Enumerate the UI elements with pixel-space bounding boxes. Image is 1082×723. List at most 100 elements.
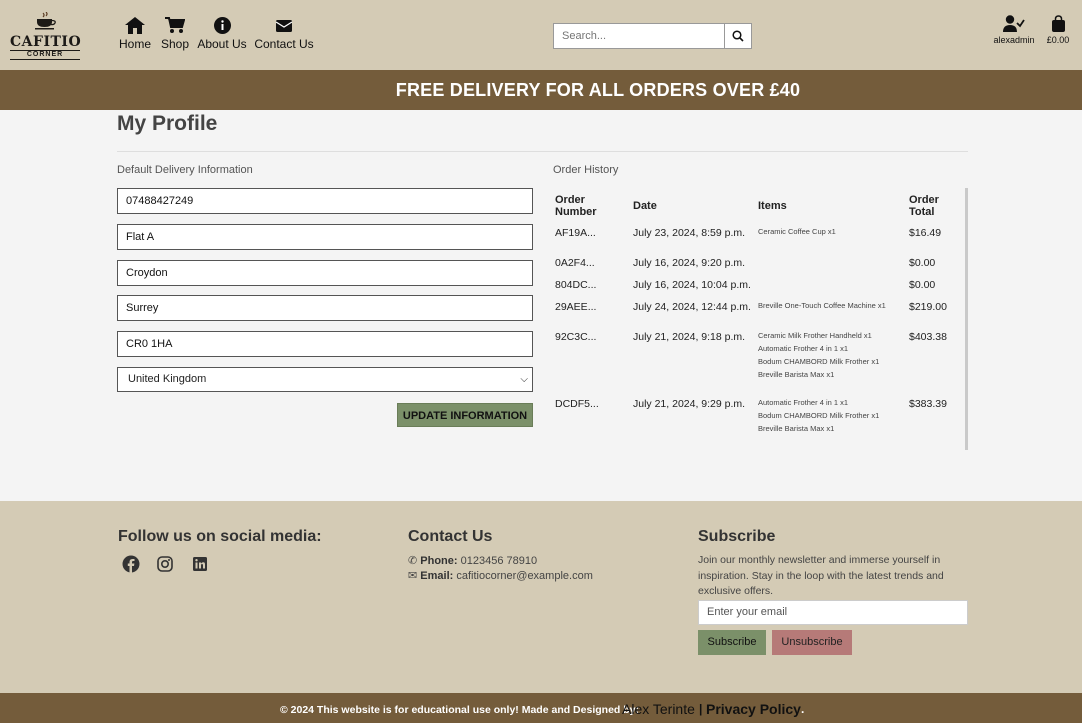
order-total: $383.39 [909,398,947,410]
nav-shop[interactable]: Shop [158,17,192,51]
divider [117,151,968,152]
address-line1-field[interactable]: Flat A [117,224,533,250]
author-link[interactable]: Alex Terinte [622,701,695,717]
postcode-field[interactable]: CR0 1HA [117,331,533,357]
county-field[interactable]: Surrey [117,295,533,321]
order-number[interactable]: 92C3C... [553,328,631,395]
column-header: Date [633,200,657,212]
order-total: $10.99 [907,451,967,453]
order-items: Automatic Frother 4 in 1 x1 Bodum CHAMBOR… [756,395,907,451]
order-item: Breville Barista Max x1 [758,370,835,379]
order-item: Bodum CHAMBORD Milk Frother x1 [758,357,880,366]
table-row: DCDF5... July 21, 2024, 9:29 p.m. Automati… [553,395,967,451]
order-item: Automatic Frother 4 in 1 x1 [758,398,849,407]
contact-heading: Contact Us [408,528,493,545]
order-number[interactable]: AF19A... [553,224,631,254]
phone-field[interactable]: 07488427249 [117,188,533,214]
newsletter-email-input[interactable]: Enter your email [698,600,968,625]
column-header: Order Total [909,194,939,218]
account-menu[interactable]: alexadmin [990,15,1038,45]
account-label: alexadmin [993,35,1035,45]
table-row: 29AEE... July 24, 2024, 12:44 p.m. Brevill… [553,298,967,328]
instagram-icon[interactable] [156,555,176,575]
order-history-table: Order Number Date Items Order Total AF19… [553,188,970,453]
user-check-icon [1003,15,1025,32]
order-items: Ceramic Coffee Cup x1 [756,224,907,254]
search-bar [553,23,752,49]
order-total: $0.00 [909,257,936,269]
order-total: $219.00 [909,301,947,313]
subscribe-button[interactable]: Subscribe [698,630,766,655]
order-total: $403.38 [909,331,947,343]
column-header: Order Number [555,194,597,218]
order-date: July 22, 2024, 7:47 p.m. [631,451,756,453]
logo-subtext: CORNER [10,50,80,60]
country-select[interactable]: United Kingdom ⌵ [117,367,533,392]
logo-text: CAFITIO [10,34,82,50]
email-label: Email: [420,570,454,582]
unsubscribe-button[interactable]: Unsubscribe [772,630,852,655]
contact-phone: ✆ Phone: 0123456 78910 [408,554,537,567]
subscribe-heading: Subscribe [698,528,776,545]
order-number[interactable]: 804DC... [553,276,631,298]
separator: | [699,702,703,716]
nav-about[interactable]: About Us [196,17,248,51]
order-items: Ceramic Milk Frother Handheld x1 Automati… [756,328,907,395]
cart-link[interactable]: £0.00 [1042,15,1074,45]
home-icon [125,17,145,34]
shopping-bag-icon [1051,15,1065,32]
search-icon [732,30,744,42]
logo[interactable]: CAFITIO CORNER [10,12,82,60]
table-row: AF19A... July 23, 2024, 8:59 p.m. Ceramic … [553,224,967,254]
search-button[interactable] [724,24,751,48]
site-header: CAFITIO CORNER Home Shop About Us Contac… [0,0,1082,70]
order-item: Annas Cappucino Cookies x1 [758,452,905,453]
nav-home[interactable]: Home [116,17,154,51]
order-item: Ceramic Milk Frother Handheld x1 [758,331,872,340]
chevron-down-icon: ⌵ [520,374,528,385]
page-title: My Profile [117,112,218,135]
order-date: July 21, 2024, 9:29 p.m. [633,398,746,410]
order-date: July 24, 2024, 12:44 p.m. [633,301,751,313]
facebook-icon[interactable] [122,555,142,575]
table-header-row: Order Number Date Items Order Total [553,188,967,224]
order-items [756,276,907,298]
scrollbar[interactable] [965,188,968,450]
order-total: $16.49 [909,227,942,239]
order-date: July 16, 2024, 10:04 p.m. [633,279,751,291]
nav-home-label: Home [118,37,151,51]
cart-icon [165,17,185,33]
order-history-label: Order History [553,164,619,176]
order-number[interactable]: DCDF5... [553,395,631,451]
order-total: $0.00 [909,279,936,291]
order-item: Breville Barista Max x1 [758,424,835,433]
phone-icon: ✆ [408,555,418,567]
table-row: 92C3C... July 21, 2024, 9:18 p.m. Ceramic … [553,328,967,395]
nav-shop-label: Shop [160,37,190,51]
delivery-banner: FREE DELIVERY FOR ALL ORDERS OVER £40 [0,70,1082,110]
info-icon [213,17,231,34]
linkedin-icon[interactable] [191,555,211,575]
order-number[interactable]: 0A2F4... [553,254,631,276]
coffee-cup-icon [35,12,56,30]
contact-email: ✉ Email: cafitiocorner@example.com [408,569,593,582]
privacy-policy-link[interactable]: Privacy Policy [706,701,801,717]
phone-number: 0123456 78910 [460,555,538,567]
town-field[interactable]: Croydon [117,260,533,286]
order-date: July 16, 2024, 9:20 p.m. [633,257,746,269]
site-footer: Follow us on social media: Contact Us ✆ … [0,501,1082,693]
nav-contact-label: Contact Us [254,37,314,51]
order-date: July 23, 2024, 8:59 p.m. [633,227,746,239]
subscribe-description: Join our monthly newsletter and immerse … [698,554,944,597]
search-input[interactable] [554,24,725,48]
order-item: Bodum CHAMBORD Milk Frother x1 [758,411,880,420]
trailing-dot: . [801,702,805,716]
nav-contact[interactable]: Contact Us [253,17,315,51]
table-row: D3F6D...July 22, 2024, 7:47 p.m.Annas Ca… [553,451,967,453]
order-number[interactable]: D3F6D... [553,451,631,453]
order-item: Breville One-Touch Coffee Machine x1 [758,301,886,310]
order-number[interactable]: 29AEE... [553,298,631,328]
update-information-button[interactable]: UPDATE INFORMATION [397,403,533,427]
email-address[interactable]: cafitiocorner@example.com [456,570,593,582]
profile-page: My Profile Default Delivery Information … [0,110,1082,501]
